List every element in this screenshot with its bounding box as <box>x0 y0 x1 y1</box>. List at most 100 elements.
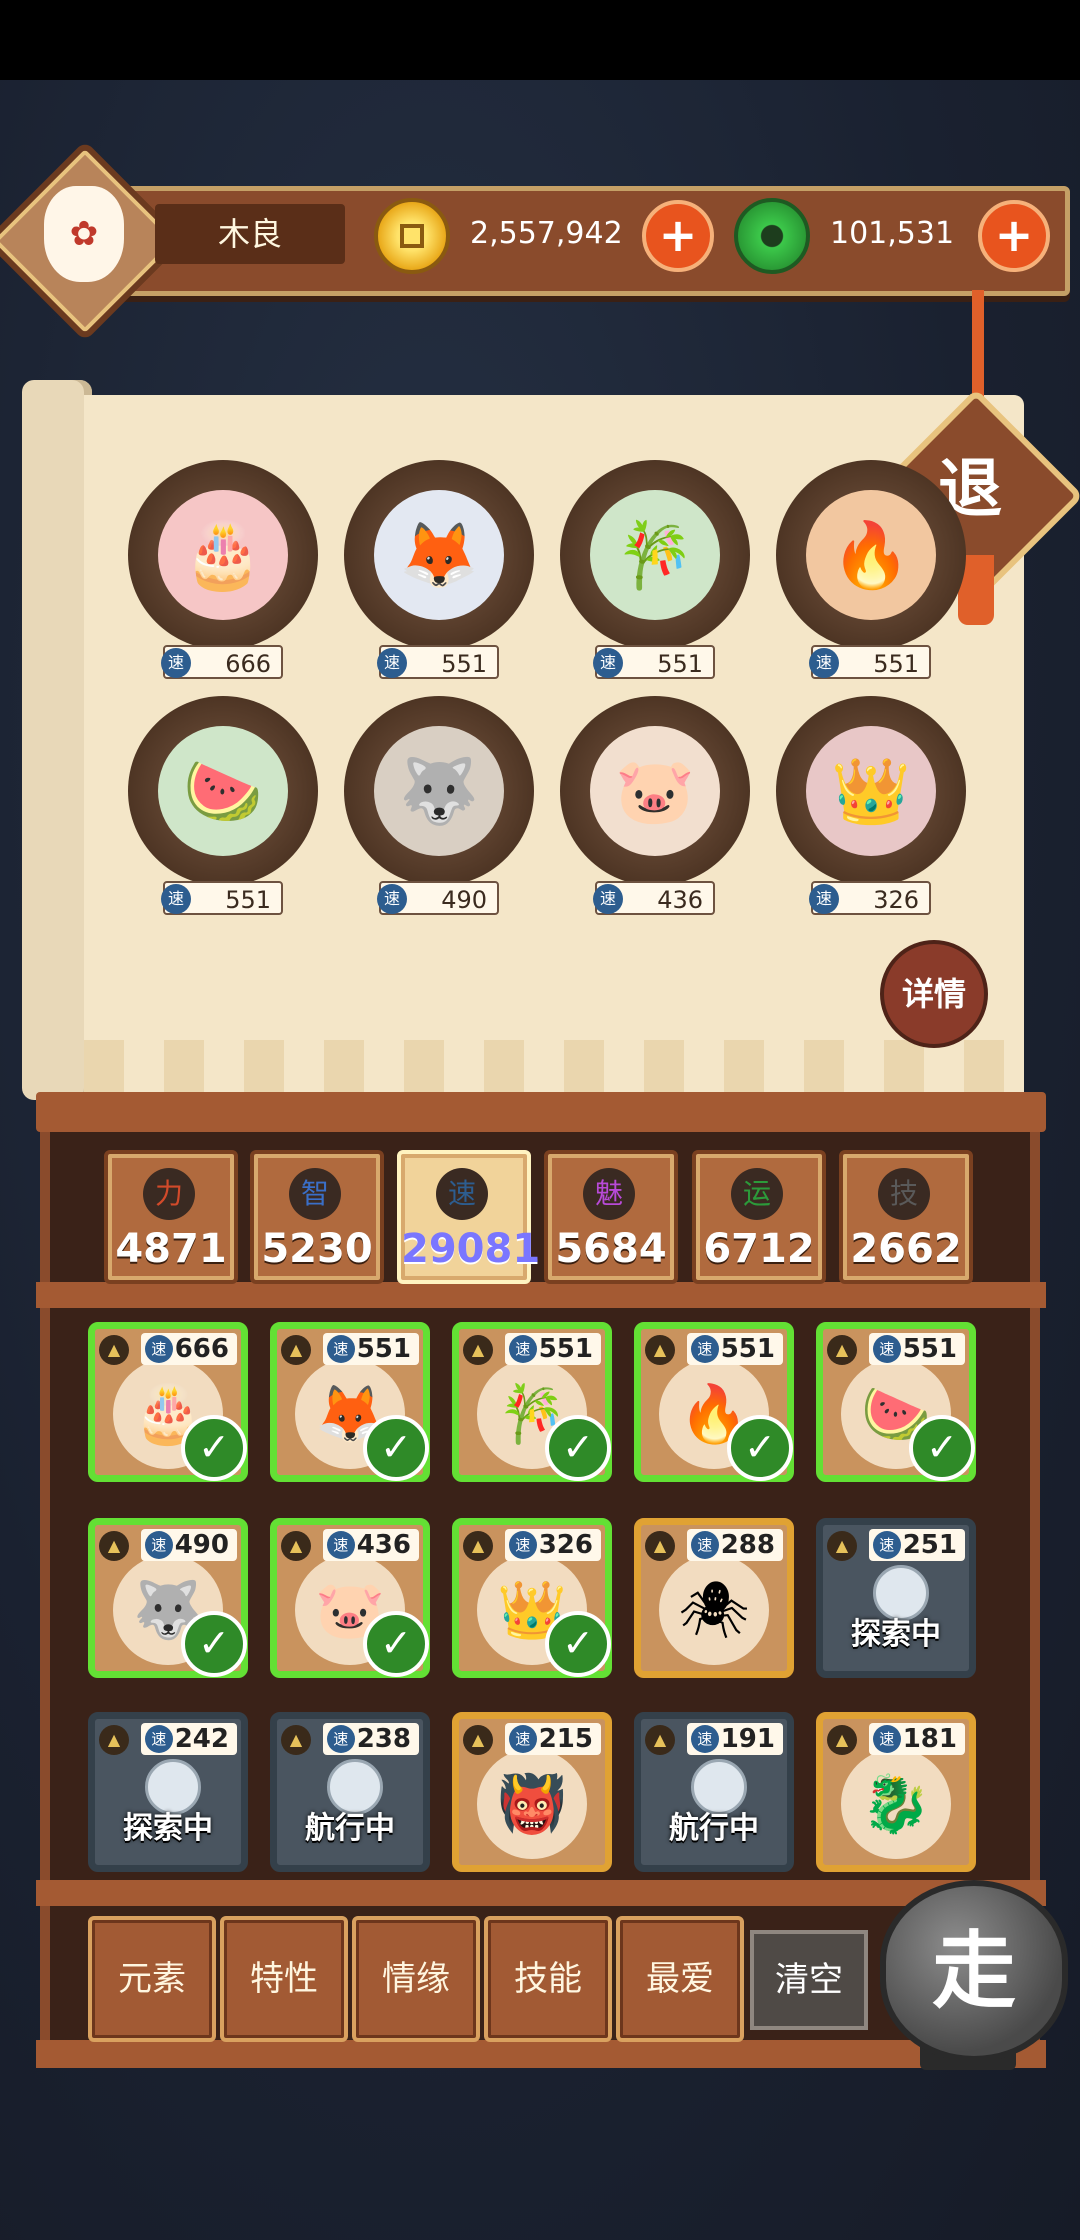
roster-card[interactable]: ▲ 🕷 速 288 <box>634 1518 794 1678</box>
speed-icon: 速 <box>377 648 407 678</box>
team-member[interactable]: 🎂 <box>128 460 318 650</box>
speed-value: 326 <box>538 1530 593 1560</box>
roster-card[interactable]: ▲ 🦊 速 551 ✓ <box>270 1322 430 1482</box>
team-member[interactable]: 🦊 <box>344 460 534 650</box>
speed-icon: 速 <box>326 1725 355 1753</box>
speed-icon: 速 <box>690 1531 719 1559</box>
stat-value: 5230 <box>261 1226 373 1272</box>
stat-badge-icon: 魅 <box>583 1168 635 1220</box>
speed-icon: 速 <box>508 1335 537 1363</box>
speed-label: 速 288 <box>686 1529 783 1561</box>
checkmark-icon: ✓ <box>181 1415 247 1481</box>
speed-icon: 速 <box>144 1335 173 1363</box>
team-speed-label: 速 490 <box>377 881 499 915</box>
roster-card[interactable]: ▲ 🐷 速 436 ✓ <box>270 1518 430 1678</box>
character-portrait: 🕷 <box>659 1555 769 1665</box>
rarity-icon: ▲ <box>827 1531 857 1561</box>
team-speed-label: 速 666 <box>161 645 283 679</box>
status-bar <box>0 0 1080 80</box>
team-speed-label: 速 551 <box>161 881 283 915</box>
add-gold-button[interactable]: + <box>642 200 714 272</box>
speed-icon: 速 <box>326 1335 355 1363</box>
team-speed-label: 速 551 <box>593 645 715 679</box>
speed-value: 490 <box>174 1530 229 1560</box>
stat-badge-icon: 智 <box>289 1168 341 1220</box>
speed-value: 666 <box>174 1334 229 1364</box>
speed-label: 速 251 <box>868 1529 965 1561</box>
roster-card[interactable]: ▲ 航行中 速 238 <box>270 1712 430 1872</box>
roster-card[interactable]: ▲ 探索中 速 242 <box>88 1712 248 1872</box>
character-portrait: 👹 <box>477 1749 587 1859</box>
rarity-icon: ▲ <box>99 1531 129 1561</box>
add-jade-button[interactable]: + <box>978 200 1050 272</box>
roster-card[interactable]: ▲ 🐉 速 181 <box>816 1712 976 1872</box>
clear-button[interactable]: 清空 <box>750 1930 868 2030</box>
speed-icon: 速 <box>872 1335 901 1363</box>
gold-coin-icon <box>374 198 450 274</box>
team-speed-label: 速 326 <box>809 881 931 915</box>
roster-card[interactable]: ▲ 航行中 速 191 <box>634 1712 794 1872</box>
scroll-rod <box>22 380 92 1100</box>
checkmark-icon: ✓ <box>545 1611 611 1677</box>
speed-icon: 速 <box>809 648 839 678</box>
speed-label: 速 191 <box>686 1723 783 1755</box>
stat-tab-6[interactable]: 技 2662 <box>839 1150 973 1284</box>
stat-value: 4871 <box>115 1226 227 1272</box>
filter-button[interactable]: 情缘 <box>352 1916 480 2042</box>
team-speed-label: 速 551 <box>377 645 499 679</box>
roster-card[interactable]: ▲ 👹 速 215 <box>452 1712 612 1872</box>
checkmark-icon: ✓ <box>545 1415 611 1481</box>
rarity-icon: ▲ <box>463 1531 493 1561</box>
stat-value: 2662 <box>850 1226 962 1272</box>
stat-value: 5684 <box>555 1226 667 1272</box>
stat-badge-icon: 速 <box>436 1168 488 1220</box>
filter-button[interactable]: 元素 <box>88 1916 216 2042</box>
jade-coin-icon <box>734 198 810 274</box>
speed-value: 551 <box>538 1334 593 1364</box>
team-member[interactable]: 👑 <box>776 696 966 886</box>
speed-icon: 速 <box>326 1531 355 1559</box>
rarity-icon: ▲ <box>99 1335 129 1365</box>
team-speed-value: 436 <box>657 886 703 914</box>
team-member[interactable]: 🍉 <box>128 696 318 886</box>
stat-badge-icon: 技 <box>878 1168 930 1220</box>
roster-card[interactable]: ▲ 🐺 速 490 ✓ <box>88 1518 248 1678</box>
character-portrait: 🔥 <box>806 490 936 620</box>
busy-status-label: 航行中 <box>305 1811 395 1846</box>
character-portrait: 🦊 <box>374 490 504 620</box>
speed-label: 速 551 <box>322 1333 419 1365</box>
team-member[interactable]: 🔥 <box>776 460 966 650</box>
filter-button[interactable]: 技能 <box>484 1916 612 2042</box>
stat-tab-5[interactable]: 运 6712 <box>692 1150 826 1284</box>
go-button[interactable]: 走 <box>880 1880 1068 2062</box>
roster-card[interactable]: ▲ 🔥 速 551 ✓ <box>634 1322 794 1482</box>
details-button[interactable]: 详情 <box>880 940 988 1048</box>
team-member[interactable]: 🐷 <box>560 696 750 886</box>
checkmark-icon: ✓ <box>181 1611 247 1677</box>
roster-card[interactable]: ▲ 🎂 速 666 ✓ <box>88 1322 248 1482</box>
speed-label: 速 215 <box>504 1723 601 1755</box>
rarity-icon: ▲ <box>281 1531 311 1561</box>
speed-label: 速 490 <box>140 1529 237 1561</box>
speed-label: 速 436 <box>322 1529 419 1561</box>
team-member[interactable]: 🎋 <box>560 460 750 650</box>
speed-value: 251 <box>902 1530 957 1560</box>
filter-button[interactable]: 特性 <box>220 1916 348 2042</box>
roster-card[interactable]: ▲ 探索中 速 251 <box>816 1518 976 1678</box>
stat-tab-3[interactable]: 速 29081 <box>397 1150 541 1284</box>
stat-tab-4[interactable]: 魅 5684 <box>544 1150 678 1284</box>
shelf-divider <box>36 1880 1046 1906</box>
stat-tab-1[interactable]: 力 4871 <box>104 1150 238 1284</box>
speed-icon: 速 <box>508 1725 537 1753</box>
team-member[interactable]: 🐺 <box>344 696 534 886</box>
gold-amount: 2,557,942 <box>470 216 623 251</box>
fox-mask-avatar-icon[interactable]: ✿ <box>44 186 124 282</box>
filter-button[interactable]: 最爱 <box>616 1916 744 2042</box>
stat-tab-2[interactable]: 智 5230 <box>250 1150 384 1284</box>
roster-card[interactable]: ▲ 🍉 速 551 ✓ <box>816 1322 976 1482</box>
speed-label: 速 666 <box>140 1333 237 1365</box>
roster-card[interactable]: ▲ 🎋 速 551 ✓ <box>452 1322 612 1482</box>
stat-value: 29081 <box>401 1226 541 1272</box>
roster-card[interactable]: ▲ 👑 速 326 ✓ <box>452 1518 612 1678</box>
speed-icon: 速 <box>690 1335 719 1363</box>
